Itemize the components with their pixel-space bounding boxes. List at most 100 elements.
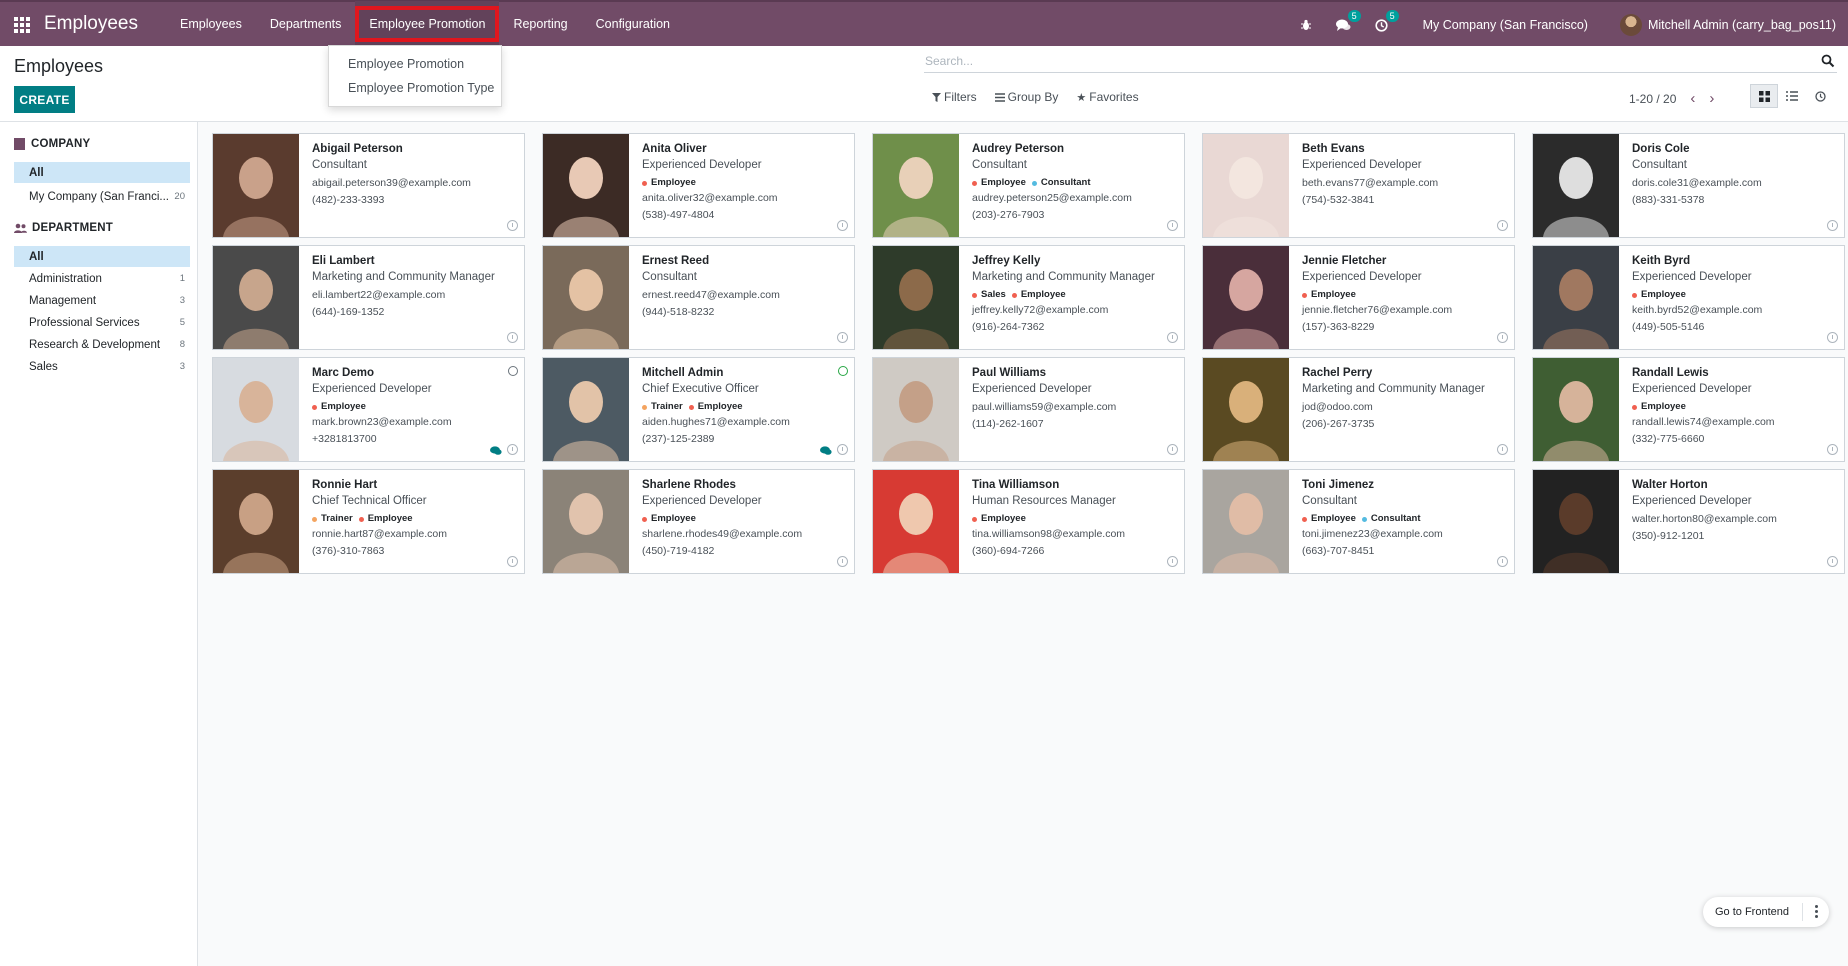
chat-icon[interactable] [490,445,502,455]
activity-clock-icon[interactable] [837,220,848,231]
department-filter-professional-services[interactable]: Professional Services 5 [14,312,190,333]
department-filter-management[interactable]: Management 3 [14,290,190,311]
list-view-button[interactable] [1778,84,1806,108]
activity-clock-icon[interactable] [1167,220,1178,231]
employee-kanban: Abigail Peterson Consultant abigail.peters… [198,122,1848,966]
employee-job-title: Experienced Developer [642,159,762,171]
activity-clock-icon[interactable] [837,332,848,343]
go-to-frontend-button[interactable]: Go to Frontend [1703,897,1829,927]
employee-card[interactable]: Walter Horton Experienced Developer walter… [1532,469,1845,574]
employee-card[interactable]: Jeffrey Kelly Marketing and Community Man… [872,245,1185,350]
employee-phone: +3281813700 [312,433,377,445]
search-input[interactable] [925,51,1785,71]
employee-photo [543,246,629,349]
pager-next-icon[interactable]: › [1709,90,1714,107]
pager-value[interactable]: 1-20 / 20 [1629,92,1676,106]
activity-clock-icon[interactable] [1827,220,1838,231]
chat-icon[interactable] [820,445,832,455]
group-by-button[interactable]: Group By [994,90,1058,104]
employee-card[interactable]: Abigail Peterson Consultant abigail.peters… [212,133,525,238]
app-title[interactable]: Employees [44,13,138,35]
employee-card[interactable]: Toni Jimenez Consultant Employee Consultant… [1202,469,1515,574]
user-menu[interactable]: Mitchell Admin (carry_bag_pos11) [1648,18,1836,32]
messages-icon[interactable]: 5 [1334,10,1361,35]
employee-card[interactable]: Beth Evans Experienced Developer beth.evan… [1202,133,1515,238]
apps-menu-icon[interactable] [14,17,30,33]
employee-card[interactable]: Randall Lewis Experienced Developer Employ… [1532,357,1845,462]
dropdown-item-employee-promotion[interactable]: Employee Promotion [329,52,501,76]
activity-clock-icon[interactable] [1167,332,1178,343]
menu-configuration[interactable]: Configuration [582,1,684,47]
activities-clock-icon[interactable]: 5 [1372,10,1399,35]
bug-icon[interactable] [1296,15,1316,35]
company-switcher[interactable]: My Company (San Francisco) [1423,18,1588,32]
employee-photo [1533,470,1619,573]
department-filter-sales[interactable]: Sales 3 [14,356,190,377]
department-filter-all[interactable]: All [14,246,190,267]
employee-card[interactable]: Mitchell Admin Chief Executive Officer Tra… [542,357,855,462]
activity-view-button[interactable] [1806,84,1834,108]
employee-card[interactable]: Anita Oliver Experienced Developer Employe… [542,133,855,238]
activity-clock-icon[interactable] [1827,332,1838,343]
employee-email: walter.horton80@example.com [1632,513,1777,525]
activity-clock-icon[interactable] [1167,556,1178,567]
employee-card[interactable]: Doris Cole Consultant doris.cole31@example… [1532,133,1845,238]
create-button[interactable]: CREATE [14,86,75,113]
filters-button[interactable]: Filters [932,90,977,104]
activity-clock-icon[interactable] [837,444,848,455]
employee-card[interactable]: Ernest Reed Consultant ernest.reed47@examp… [542,245,855,350]
menu-employee-promotion[interactable]: Employee Promotion [355,1,500,47]
activity-clock-icon[interactable] [507,220,518,231]
employee-card[interactable]: Audrey Peterson Consultant Employee Consult… [872,133,1185,238]
activity-clock-icon[interactable] [1827,556,1838,567]
employee-card[interactable]: Rachel Perry Marketing and Community Mana… [1202,357,1515,462]
company-section-header: COMPANY [14,138,90,150]
activity-clock-icon[interactable] [1497,556,1508,567]
activity-clock-icon[interactable] [1497,332,1508,343]
activity-clock-icon[interactable] [1497,220,1508,231]
go-to-frontend-label: Go to Frontend [1715,906,1789,918]
activity-clock-icon[interactable] [1167,444,1178,455]
employee-phone: (237)-125-2389 [642,433,715,445]
employee-card[interactable]: Sharlene Rhodes Experienced Developer Empl… [542,469,855,574]
employee-name: Randall Lewis [1632,367,1709,379]
employee-card[interactable]: Keith Byrd Experienced Developer Employee k… [1532,245,1845,350]
presence-status-icon [838,366,848,376]
employee-photo [873,358,959,461]
employee-job-title: Marketing and Community Manager [312,271,495,283]
activity-clock-icon[interactable] [1497,444,1508,455]
activity-clock-icon[interactable] [507,444,518,455]
company-filter-my-company[interactable]: My Company (San Franci... 20 [14,186,190,207]
user-avatar[interactable] [1619,14,1642,36]
more-options-icon[interactable] [1815,905,1818,918]
pager-previous-icon[interactable]: ‹ [1690,90,1695,107]
view-switcher [1750,84,1834,108]
tag-badge: Employee [358,512,413,526]
star-icon: ★ [1076,91,1087,104]
employee-card[interactable]: Paul Williams Experienced Developer paul.w… [872,357,1185,462]
menu-employees[interactable]: Employees [166,1,256,47]
top-navbar: Employees Employees Departments Employee… [0,0,1848,47]
employee-card[interactable]: Marc Demo Experienced Developer Employee ma… [212,357,525,462]
tag-badge: Employee [688,400,743,414]
company-filter-all[interactable]: All [14,162,190,183]
dropdown-item-employee-promotion-type[interactable]: Employee Promotion Type [329,76,501,100]
activity-clock-icon[interactable] [507,332,518,343]
activity-clock-icon[interactable] [837,556,848,567]
favorites-button[interactable]: ★ Favorites [1076,90,1138,104]
search-icon[interactable] [1821,54,1835,68]
employee-card[interactable]: Jennie Fletcher Experienced Developer Empl… [1202,245,1515,350]
department-filter-administration[interactable]: Administration 1 [14,268,190,289]
kanban-view-button[interactable] [1750,84,1778,108]
tag-badge: Employee [642,512,696,526]
employee-card[interactable]: Eli Lambert Marketing and Community Manag… [212,245,525,350]
employee-card[interactable]: Tina Williamson Human Resources Manager Em… [872,469,1185,574]
menu-reporting[interactable]: Reporting [499,1,581,47]
employee-card[interactable]: Ronnie Hart Chief Technical Officer Traine… [212,469,525,574]
menu-departments[interactable]: Departments [256,1,356,47]
employee-photo [1533,358,1619,461]
department-filter-research-development[interactable]: Research & Development 8 [14,334,190,355]
activity-clock-icon[interactable] [1827,444,1838,455]
tag-color-dot [312,516,317,522]
activity-clock-icon[interactable] [507,556,518,567]
